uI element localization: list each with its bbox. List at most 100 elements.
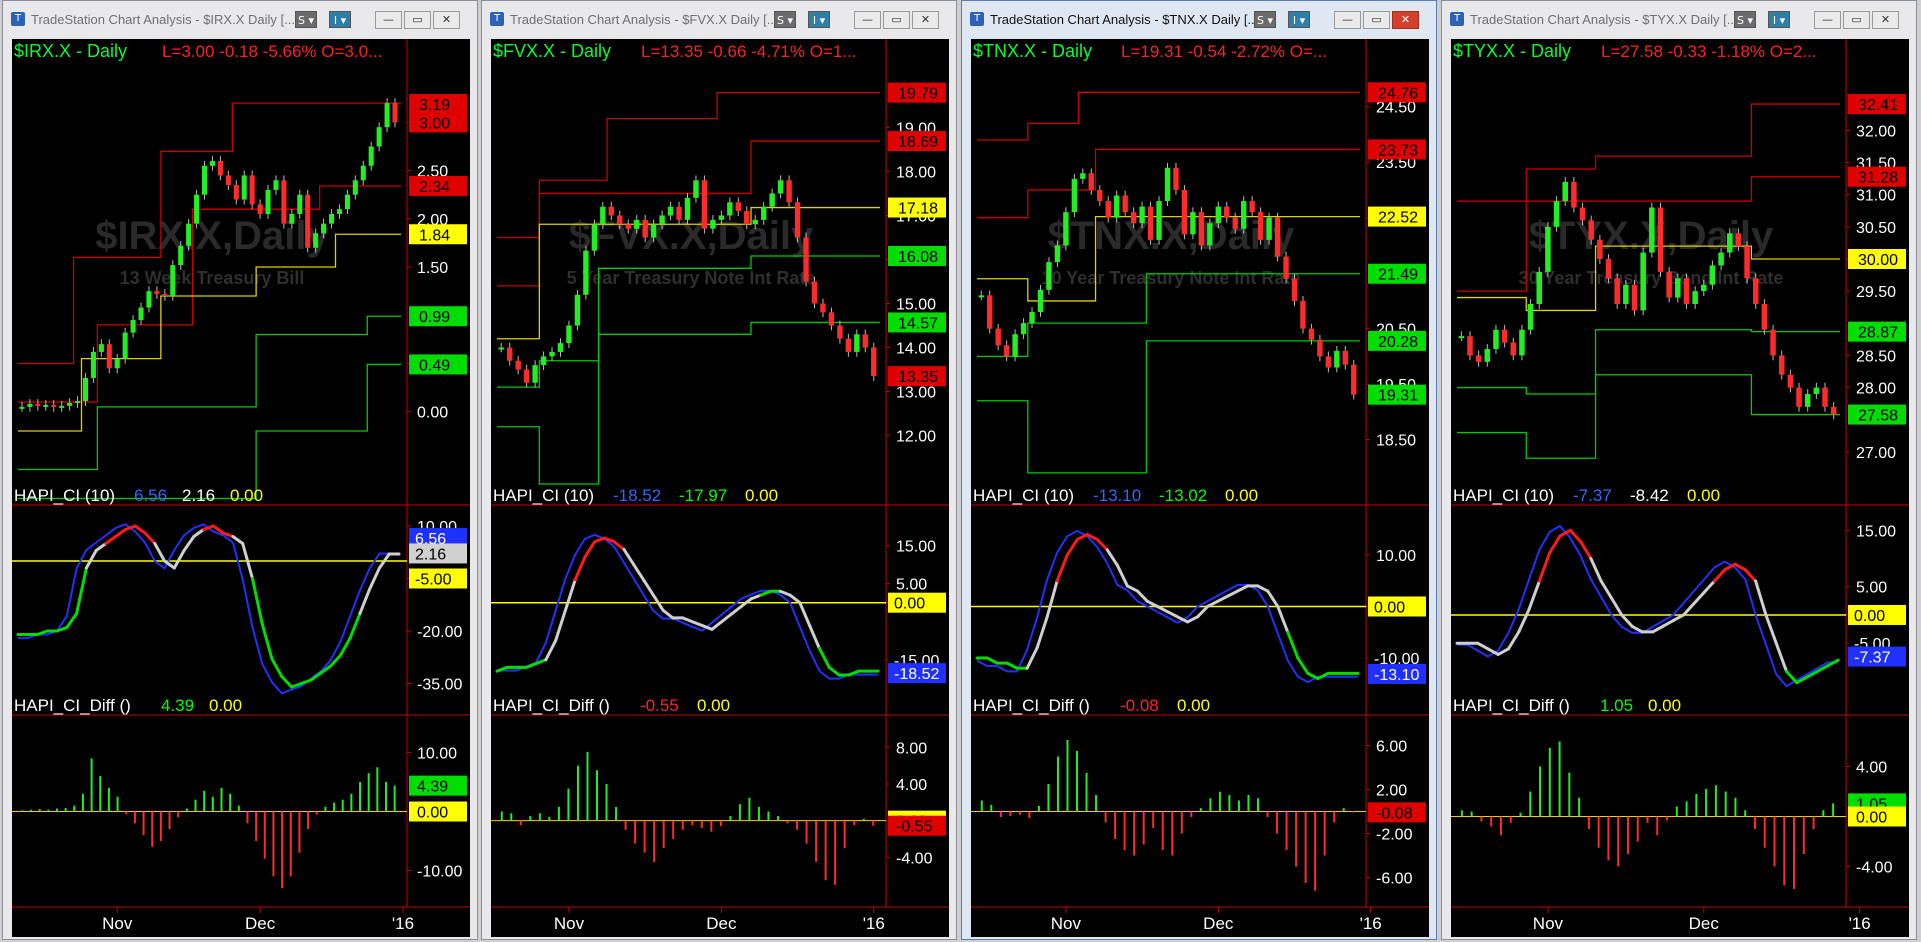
candle-body[interactable] [1761,304,1768,330]
candle-body[interactable] [1510,342,1517,356]
candle-body[interactable] [1666,271,1672,298]
candle-body[interactable] [735,202,742,212]
minimize-button[interactable]: — [1814,11,1841,29]
candle-body[interactable] [506,347,513,361]
chart-window[interactable]: T TradeStation Chart Analysis - $FVX.X Da… [481,0,957,940]
candle-body[interactable] [515,360,521,370]
candle-body[interactable] [566,325,572,344]
candle-body[interactable] [684,197,691,220]
candle-body[interactable] [1046,262,1052,290]
candle-body[interactable] [1164,167,1171,202]
candle-body[interactable] [540,356,547,366]
window-titlebar[interactable]: T TradeStation Chart Analysis - $TNX.X Da… [962,1,1436,39]
candle-body[interactable] [1562,181,1569,202]
maximize-button[interactable]: ▭ [1843,11,1870,29]
candle-body[interactable] [1249,201,1255,213]
candle-body[interactable] [1334,350,1340,368]
candle-body[interactable] [1130,212,1137,224]
candle-body[interactable] [217,160,223,176]
candle-body[interactable] [1683,278,1690,304]
candle-body[interactable] [744,211,750,225]
candle-body[interactable] [59,405,65,408]
candle-body[interactable] [98,344,104,352]
candle-body[interactable] [1224,206,1230,218]
candle-body[interactable] [273,180,279,190]
candle-body[interactable] [392,103,398,123]
chart-area[interactable]: $FVX.X,Daily 5 Year Treasury Note Int Rat… [491,39,949,937]
candle-body[interactable] [871,347,877,377]
candle-body[interactable] [376,127,382,147]
candle-body[interactable] [178,245,184,266]
candle-body[interactable] [676,206,682,220]
candle-body[interactable] [241,175,247,200]
candle-body[interactable] [1139,206,1145,224]
candle-body[interactable] [667,206,674,216]
window-titlebar[interactable]: T TradeStation Chart Analysis - $FVX.X Da… [482,1,956,39]
candle-body[interactable] [591,224,598,251]
symbol-link-s-button[interactable]: S ▾ [774,11,796,28]
candle-body[interactable] [1588,220,1594,240]
candle-body[interactable] [281,180,287,224]
interval-link-i-button[interactable]: I ▾ [329,11,351,28]
candle-body[interactable] [1467,336,1473,356]
candle-body[interactable] [523,369,530,383]
candle-body[interactable] [710,219,716,229]
candle-body[interactable] [1787,374,1794,388]
candle-body[interactable] [1003,345,1010,357]
candle-body[interactable] [90,351,96,378]
candle-body[interactable] [146,291,152,308]
candle-body[interactable] [1744,246,1750,279]
candle-body[interactable] [114,358,120,369]
candle-body[interactable] [1778,355,1785,375]
candle-body[interactable] [321,223,327,234]
candle-body[interactable] [249,175,255,205]
candle-body[interactable] [600,206,606,225]
close-button[interactable]: ✕ [1392,11,1419,29]
candle-body[interactable] [186,223,192,246]
candle-body[interactable] [828,312,835,326]
symbol-link-s-button[interactable]: S ▾ [1734,11,1756,28]
candle-body[interactable] [1675,278,1681,298]
candle-body[interactable] [43,404,49,407]
candle-body[interactable] [1240,201,1247,229]
candle-body[interactable] [328,214,335,224]
candle-body[interactable] [1623,284,1629,304]
candle-body[interactable] [1657,207,1664,272]
candle-body[interactable] [1718,252,1724,266]
candle-body[interactable] [760,206,767,220]
candle-body[interactable] [1822,387,1828,407]
candle-body[interactable] [1274,217,1281,257]
symbol-link-s-button[interactable]: S ▾ [295,11,317,28]
candle-body[interactable] [297,194,303,214]
candle-body[interactable] [74,401,81,404]
candle-body[interactable] [360,165,366,181]
candle-body[interactable] [1113,195,1120,218]
chart-svg[interactable]: $TNX.X,Daily10 Year Treasury Note Int Ra… [971,39,1429,937]
candle-body[interactable] [1701,284,1707,292]
candle-body[interactable] [811,281,818,304]
candle-body[interactable] [1571,181,1577,208]
candle-body[interactable] [837,325,843,339]
candle-body[interactable] [106,344,112,369]
interval-link-i-button[interactable]: I ▾ [1768,11,1790,28]
candle-body[interactable] [803,237,809,282]
candle-body[interactable] [1735,233,1742,247]
candle-body[interactable] [1283,256,1289,279]
candle-body[interactable] [1198,212,1205,246]
chart-svg[interactable]: $FVX.X,Daily5 Year Treasury Note Int Rat… [491,39,949,937]
candle-body[interactable] [1649,207,1655,253]
window-titlebar[interactable]: T TradeStation Chart Analysis - $IRX.X Da… [3,1,477,39]
candle-body[interactable] [549,351,555,357]
candle-body[interactable] [642,219,648,238]
candle-body[interactable] [633,219,640,229]
candle-body[interactable] [265,189,271,214]
maximize-button[interactable]: ▭ [1363,11,1390,29]
candle-body[interactable] [1190,212,1196,235]
candle-body[interactable] [794,202,801,238]
candle-body[interactable] [777,180,784,194]
candle-body[interactable] [1553,201,1560,227]
candle-body[interactable] [1519,329,1525,356]
candle-body[interactable] [1147,206,1154,240]
candle-body[interactable] [608,206,615,216]
candle-body[interactable] [1071,178,1078,213]
